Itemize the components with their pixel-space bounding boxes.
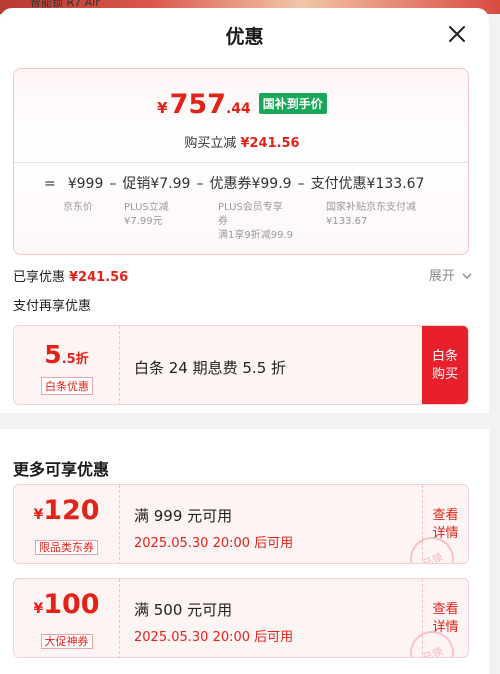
coupon-valid-date: 2025.05.30 20:00 后可用 [134,536,294,551]
payment-coupon-card: 5.5折 白条优惠 白条 24 期息费 5.5 折 白条 购买 [13,325,469,405]
price-integer: 757 [169,89,226,120]
coupon-card: ¥100 大促神券 满 500 元可用 2025.05.30 20:00 后可用… [13,578,469,658]
expand-toggle[interactable]: 展开 [429,265,472,284]
final-price: ¥ 757 .44 国补到手价 [14,89,470,120]
formula-minus: – [109,176,117,192]
enjoyed-label: 已享优惠 [13,270,66,285]
coupon-condition: 满 999 元可用 [134,507,233,525]
more-discounts-title: 更多可享优惠 [13,460,110,479]
expand-label: 展开 [428,269,455,284]
price-currency: ¥ [157,99,168,117]
formula-payment-detail: 国家补贴京东支付减 ¥133.67 [326,202,416,227]
coupon-card: ¥120 限品类东券 满 999 元可用 2025.05.30 20:00 后可… [13,484,469,564]
coupon-amount: ¥100 [33,589,100,620]
discount-rate-main: 5 [44,340,62,369]
view-details-button[interactable]: 查看 详情 [422,579,468,657]
card-divider [14,162,468,163]
close-icon[interactable] [447,24,467,44]
sheet-header: 优惠 [0,8,489,60]
formula-equals: = [44,176,56,192]
price-decimal: .44 [225,101,251,117]
section-gap [0,413,489,429]
price-breakdown-card: ¥ 757 .44 国补到手价 购买立减 ¥241.56 = ¥999– 促销¥7.9… [13,68,469,255]
enjoyed-amount: ¥241.56 [69,270,129,285]
formula-coupon-detail: PLUS会员专享 券 满1享9折减99.9 [218,202,293,241]
sheet-title: 优惠 [225,26,264,48]
formula-promo-value: 促销¥7.99 [122,176,191,192]
coupon-value-area: ¥120 限品类东券 [14,485,120,563]
coupon-amount: ¥120 [33,495,100,526]
chevron-down-icon [462,273,472,279]
payment-coupon-description: 白条 24 期息费 5.5 折 [134,359,287,377]
enjoyed-discount: 已享优惠 ¥241.56 [13,266,128,285]
discount-rate: 5.5折 [14,340,119,369]
coupon-value-area: ¥100 大促神券 [14,579,120,657]
formula-minus: – [297,176,305,192]
price-formula: = ¥999– 促销¥7.99– 优惠券¥99.9– 支付优惠¥133.67 [44,173,424,193]
formula-payment-value: 支付优惠¥133.67 [310,176,425,192]
payment-coupon-badge: 白条优惠 [41,377,93,395]
coupon-valid-date: 2025.05.30 20:00 后可用 [134,630,294,645]
discount-rate-sub: .5折 [61,352,89,367]
immediate-label: 购买立减 [184,136,237,151]
coupon-badge: 大促神券 [14,630,119,649]
view-details-button[interactable]: 查看 详情 [422,485,468,563]
coupon-condition: 满 500 元可用 [134,601,233,619]
pay-again-title: 支付再享优惠 [13,299,92,314]
formula-promo-detail: PLUS立减 ¥7.99元 [124,202,169,227]
baitiao-buy-button[interactable]: 白条 购买 [422,326,468,404]
formula-base-value: ¥999 [67,176,104,192]
formula-base-label: 京东价 [63,202,93,213]
formula-coupon-value: 优惠券¥99.9 [209,176,292,192]
subsidy-tag: 国补到手价 [258,93,327,114]
payment-coupon-left: 5.5折 白条优惠 [14,326,120,404]
immediate-discount: 购买立减 ¥241.56 [14,132,470,151]
coupon-badge: 限品类东券 [14,536,119,555]
immediate-amount: ¥241.56 [240,136,300,151]
formula-minus: – [196,176,204,192]
discount-sheet: 优惠 ¥ 757 .44 国补到手价 购买立减 ¥241.56 = ¥999– 促销¥… [0,8,489,674]
